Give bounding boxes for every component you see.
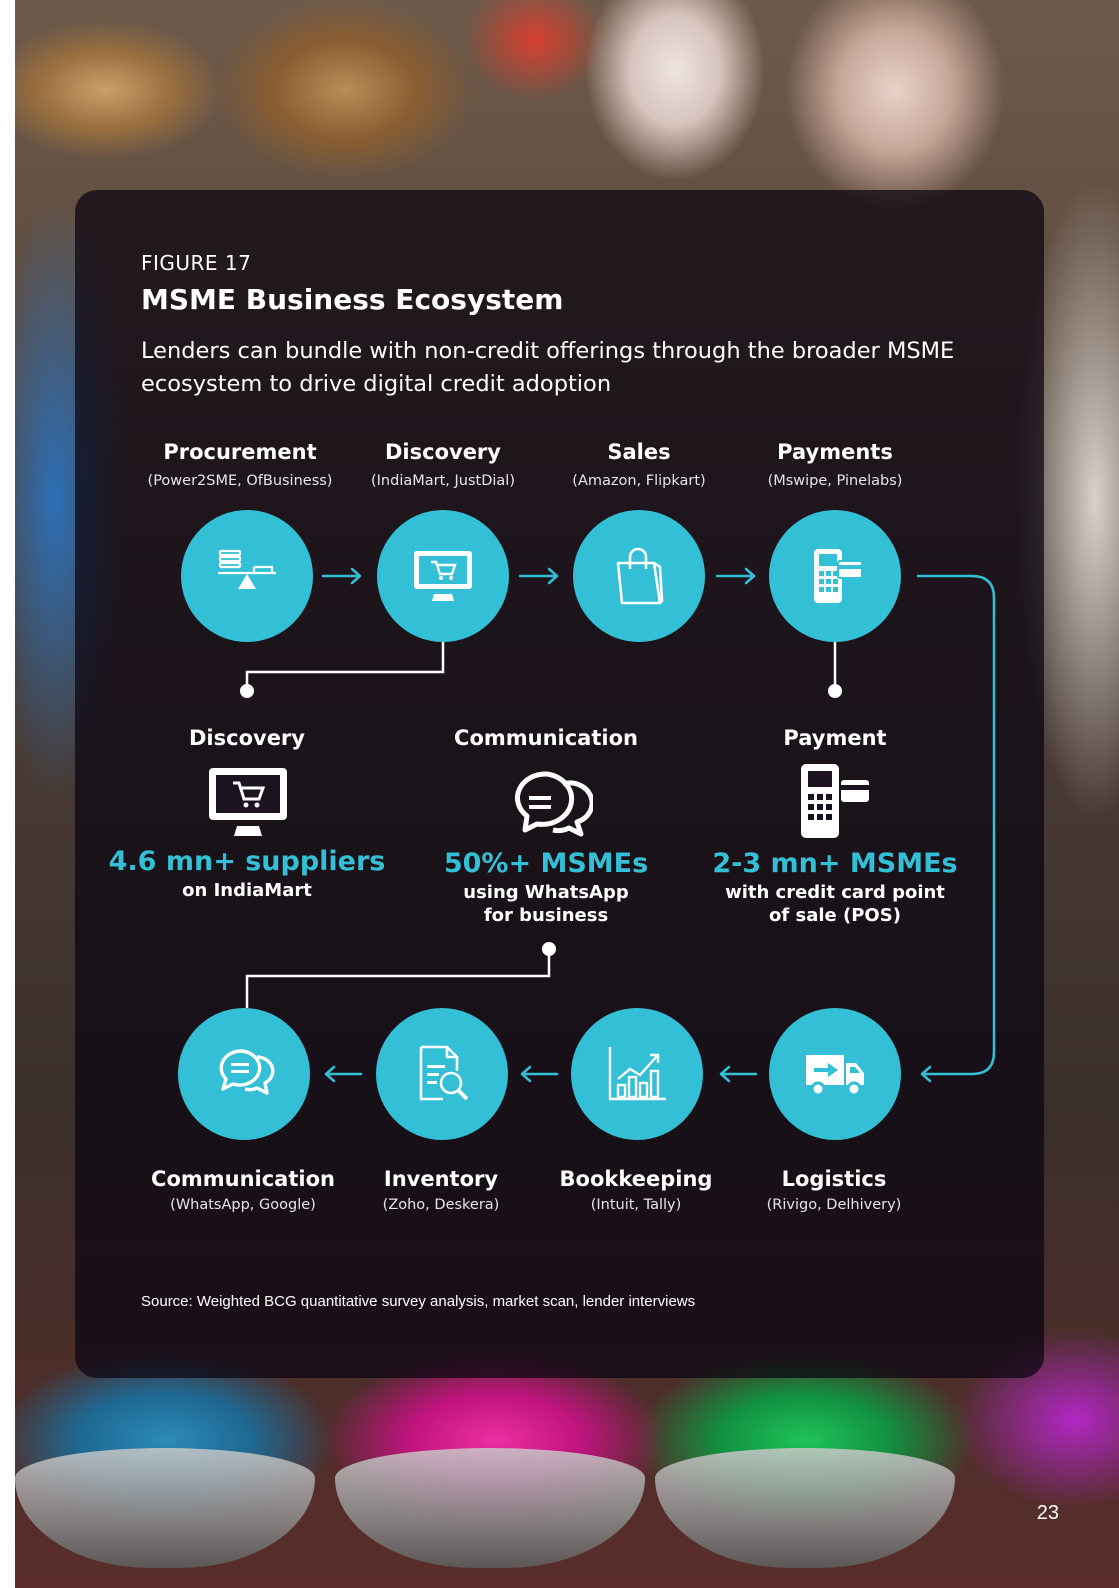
sales-circle <box>573 510 705 642</box>
shopping-bag-icon <box>616 547 664 605</box>
stat-whatsapp: 50%+ MSMEs <box>443 848 649 879</box>
stage-title-payments: Payments <box>777 440 893 464</box>
stat-pos-detail-1: with credit card point <box>725 882 945 903</box>
highlight-title-payment: Payment <box>783 726 887 750</box>
logistics-circle <box>769 1008 901 1140</box>
powder-bowl-green <box>655 1448 955 1568</box>
monitor-cart-icon <box>209 768 287 836</box>
inventory-circle <box>376 1008 508 1140</box>
procurement-circle <box>181 510 313 642</box>
document-search-icon <box>419 1045 469 1101</box>
source-note: Source: Weighted BCG quantitative survey… <box>141 1293 696 1310</box>
monitor-cart-icon <box>414 551 472 601</box>
highlight-title-discovery: Discovery <box>189 726 305 750</box>
bookkeeping-circle <box>571 1008 703 1140</box>
pos-terminal-icon <box>814 549 863 603</box>
figure-title: MSME Business Ecosystem <box>141 283 564 316</box>
scale-icon <box>218 549 276 589</box>
powder-bowl-pink <box>335 1448 645 1568</box>
truck-icon <box>806 1055 864 1097</box>
pos-terminal-icon <box>801 764 869 838</box>
figure-subtitle: Lenders can bundle with non-credit offer… <box>141 338 955 397</box>
chat-bubbles-icon <box>219 1049 275 1095</box>
stat-suppliers: 4.6 mn+ suppliers <box>108 846 386 877</box>
bar-chart-icon <box>608 1047 666 1101</box>
discovery-circle <box>377 510 509 642</box>
stat-whatsapp-detail-2: for business <box>483 905 609 926</box>
communication-circle <box>178 1008 310 1140</box>
stat-whatsapp-detail-1: using WhatsApp <box>463 882 629 903</box>
powder-bowl-blue <box>15 1448 315 1568</box>
stage-examples-logistics: (Rivigo, Delhivery) <box>766 1197 902 1213</box>
stage-examples-payments: (Mswipe, Pinelabs) <box>767 473 903 489</box>
stat-suppliers-detail: on IndiaMart <box>182 880 312 901</box>
figure-label: FIGURE 17 <box>141 251 252 275</box>
stat-pos: 2-3 mn+ MSMEs <box>712 848 958 879</box>
chat-bubbles-icon <box>515 771 593 837</box>
payments-circle <box>769 510 901 642</box>
highlight-title-communication: Communication <box>454 726 638 750</box>
stat-pos-detail-2: of sale (POS) <box>769 905 901 926</box>
page-number: 23 <box>1036 1502 1059 1524</box>
stage-title-logistics: Logistics <box>781 1167 887 1191</box>
